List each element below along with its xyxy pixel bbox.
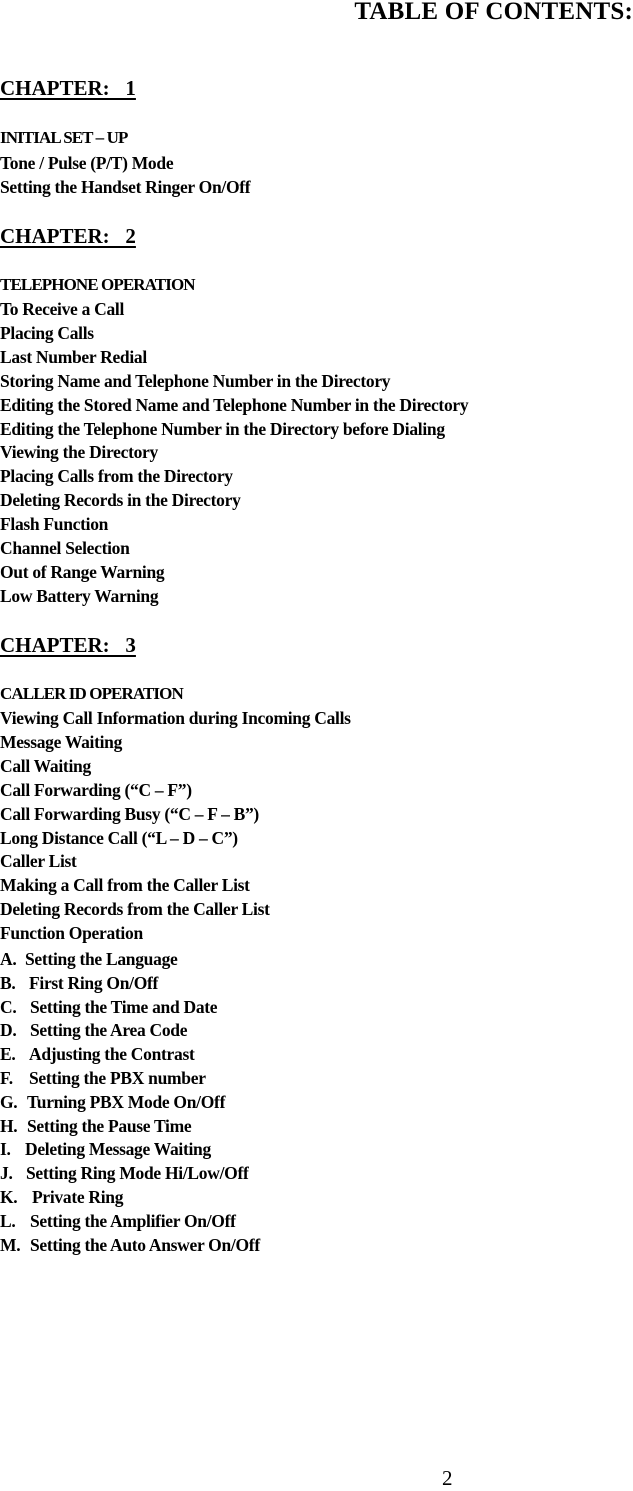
function-item-label: Deleting Message Waiting [25, 1139, 211, 1160]
function-item: H. Setting the Pause Time [0, 1115, 192, 1136]
toc-item: Editing the Stored Name and Telephone Nu… [0, 394, 469, 415]
function-item-letter: M. [0, 1234, 21, 1255]
function-item: K. Private Ring [0, 1187, 123, 1207]
function-item-label: Adjusting the Contrast [29, 1044, 195, 1065]
toc-item: Editing the Telephone Number in the Dire… [0, 418, 445, 439]
function-item-label: Setting the PBX number [29, 1068, 206, 1088]
function-item-letter: E. [0, 1044, 16, 1065]
function-item: F. Setting the PBX number [0, 1068, 206, 1088]
function-item-letter: I. [0, 1139, 11, 1160]
toc-item: Last Number Redial [0, 346, 147, 367]
toc-item: Storing Name and Telephone Number in the… [0, 370, 391, 391]
function-item-letter: C. [0, 996, 17, 1017]
function-item-label: Setting the Auto Answer On/Off [30, 1234, 260, 1255]
function-item: C. Setting the Time and Date [0, 996, 218, 1017]
toc-item: Call Forwarding (“C – F”) [0, 779, 192, 800]
function-item-letter: G. [0, 1091, 18, 1112]
toc-item: Function Operation [0, 923, 143, 944]
function-item-label: Turning PBX Mode On/Off [27, 1091, 226, 1112]
function-item-letter: K. [0, 1187, 18, 1207]
function-item: B. First Ring On/Off [0, 973, 158, 993]
page-number: 2 [442, 1466, 453, 1490]
toc-item: Making a Call from the Caller List [0, 875, 250, 896]
toc-item: Call Forwarding Busy (“C – F – B”) [0, 803, 259, 824]
chapter-3-heading: CHAPTER: 3 [0, 633, 136, 657]
function-item: L. Setting the Amplifier On/Off [0, 1211, 236, 1231]
function-item-letter: A. [0, 949, 17, 969]
function-item: A. Setting the Language [0, 949, 178, 969]
function-item-label: Setting the Pause Time [27, 1115, 192, 1136]
function-item-letter: J. [0, 1163, 13, 1184]
toc-item: Message Waiting [0, 731, 123, 752]
page-title: TABLE OF CONTENTS: [354, 0, 633, 25]
function-item-label: Setting the Amplifier On/Off [30, 1210, 236, 1231]
toc-item: Setting the Handset Ringer On/Off [0, 177, 251, 197]
toc-item: Out of Range Warning [0, 561, 165, 582]
function-item-label: Setting the Language [25, 949, 178, 969]
function-item-label: Setting the Time and Date [30, 996, 218, 1017]
function-item-label: Private Ring [32, 1187, 124, 1207]
chapter-3-section-title: CALLER ID OPERATION [0, 684, 184, 703]
toc-item: To Receive a Call [0, 299, 125, 319]
toc-item: Call Waiting [0, 755, 91, 776]
chapter-2-section-title: TELEPHONE OPERATION [0, 275, 196, 294]
function-item: I. Deleting Message Waiting [0, 1139, 211, 1159]
function-item-letter: D. [0, 1020, 17, 1041]
chapter-1-section-title: INITIAL SET – UP [0, 128, 128, 147]
toc-item: Placing Calls from the Directory [0, 466, 233, 487]
toc-item: Deleting Records in the Directory [0, 490, 241, 511]
function-item-label: Setting Ring Mode Hi/Low/Off [26, 1163, 249, 1184]
toc-item: Viewing the Directory [0, 442, 158, 463]
toc-item: Long Distance Call (“L – D – C”) [0, 827, 238, 848]
toc-item: Channel Selection [0, 538, 130, 558]
chapter-2-heading: CHAPTER: 2 [0, 224, 136, 248]
toc-item: Low Battery Warning [0, 585, 159, 606]
toc-item: Caller List [0, 851, 77, 872]
toc-item: Deleting Records from the Caller List [0, 899, 270, 920]
function-item-label: Setting the Area Code [30, 1020, 188, 1041]
function-item: M. Setting the Auto Answer On/Off [0, 1235, 260, 1255]
function-item-letter: L. [0, 1210, 16, 1231]
function-item-letter: H. [0, 1115, 18, 1136]
function-item: E. Adjusting the Contrast [0, 1044, 195, 1064]
function-item-label: First Ring On/Off [29, 972, 159, 993]
toc-item: Tone / Pulse (P/T) Mode [0, 153, 174, 173]
toc-item: Viewing Call Information during Incoming… [0, 708, 351, 728]
function-item: G. Turning PBX Mode On/Off [0, 1092, 225, 1112]
function-item: J. Setting Ring Mode Hi/Low/Off [0, 1163, 249, 1183]
function-item: D. Setting the Area Code [0, 1020, 187, 1040]
toc-item: Placing Calls [0, 322, 94, 343]
chapter-1-heading: CHAPTER: 1 [0, 76, 136, 100]
toc-item: Flash Function [0, 514, 109, 535]
function-item-letter: F. [0, 1068, 13, 1088]
function-item-letter: B. [0, 972, 16, 993]
